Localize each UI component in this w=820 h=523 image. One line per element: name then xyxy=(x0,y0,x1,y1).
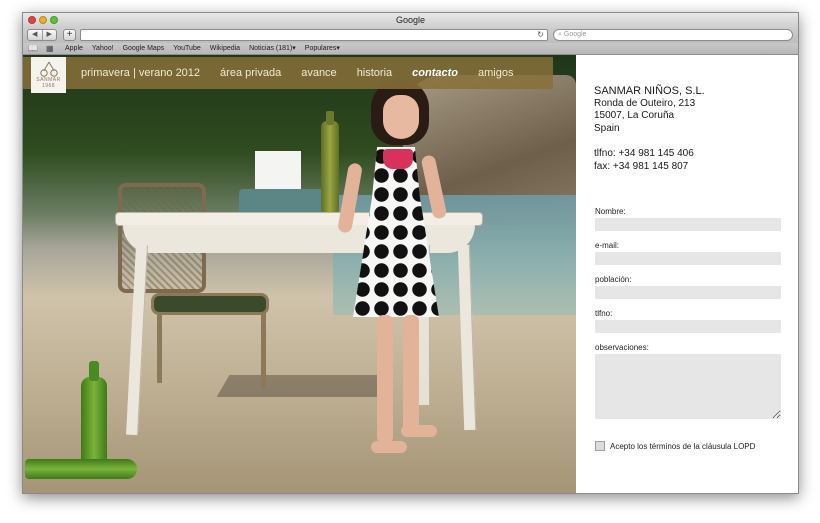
company-name: SANMAR NIÑOS, S.L. xyxy=(594,85,705,97)
browser-toolbar: ◀ ▶ + ↻ ⌕ Google xyxy=(23,27,798,43)
contact-form: Nombre: e-mail: población: tlfno: observ… xyxy=(595,207,781,419)
photo-bottle xyxy=(321,111,339,213)
search-icon: ⌕ xyxy=(558,31,562,38)
terms-label[interactable]: Acepto los términos de la cláusula LOPD xyxy=(610,442,755,451)
address-bar[interactable]: ↻ xyxy=(80,29,548,41)
forward-button[interactable]: ▶ xyxy=(41,30,57,40)
search-input[interactable]: ⌕ Google xyxy=(553,29,793,41)
bookmark-apple[interactable]: Apple xyxy=(65,43,83,54)
name-label: Nombre: xyxy=(595,207,626,216)
bookmark-youtube[interactable]: YouTube xyxy=(173,43,201,54)
site-menu: primavera | verano 2012 área privada ava… xyxy=(81,57,513,89)
photo-girl-foot xyxy=(371,441,407,453)
menu-item-private-area[interactable]: área privada xyxy=(220,67,281,79)
photo-girl-leg xyxy=(377,315,393,443)
photo-table-top xyxy=(115,212,483,226)
photo-chair-leg xyxy=(157,313,162,383)
reading-list-icon[interactable]: 📖 xyxy=(28,43,38,54)
menu-item-preview[interactable]: avance xyxy=(301,67,336,79)
address-street: Ronda de Outeiro, 213 xyxy=(594,97,696,109)
search-placeholder: Google xyxy=(563,31,587,38)
bookmark-yahoo[interactable]: Yahoo! xyxy=(92,43,114,54)
menu-item-history[interactable]: historia xyxy=(357,67,392,79)
cherry-logo-icon xyxy=(39,61,58,77)
phone-field[interactable] xyxy=(595,320,781,333)
fax-number: fax: +34 981 145 807 xyxy=(594,160,689,172)
bookmarks-bar: 📖 ▦ Apple Yahoo! Google Maps YouTube Wik… xyxy=(23,43,798,55)
menu-item-collection[interactable]: primavera | verano 2012 xyxy=(81,67,200,79)
email-label: e-mail: xyxy=(595,241,620,250)
bookmark-wikipedia[interactable]: Wikipedia xyxy=(210,43,240,54)
email-field[interactable] xyxy=(595,252,781,265)
browser-window: Google ◀ ▶ + ↻ ⌕ Google 📖 ▦ Apple Yahoo!… xyxy=(22,12,799,494)
maximize-window-icon[interactable] xyxy=(50,16,58,24)
photo-chair-seat xyxy=(151,293,269,315)
photo-dress-collar xyxy=(383,149,413,169)
title-bar: Google xyxy=(23,13,798,27)
site-menu-bar: SANMAR 1968 primavera | verano 2012 área… xyxy=(23,57,553,93)
reload-icon[interactable]: ↻ xyxy=(537,30,544,40)
name-field[interactable] xyxy=(595,218,781,231)
photo-girl-leg xyxy=(403,315,419,433)
window-title: Google xyxy=(395,15,426,25)
photo-green-bottle xyxy=(81,361,107,465)
notes-field[interactable] xyxy=(595,354,781,419)
phone-number: tlfno: +34 981 145 406 xyxy=(594,148,694,159)
back-button[interactable]: ◀ xyxy=(28,30,42,40)
photo-chair-leg xyxy=(261,313,266,389)
address-country: Spain xyxy=(594,122,620,134)
menu-item-friends[interactable]: amigos xyxy=(478,67,513,79)
sanmar-logo[interactable]: SANMAR 1968 xyxy=(31,57,66,93)
bookmark-google-maps[interactable]: Google Maps xyxy=(123,43,165,54)
logo-year: 1968 xyxy=(41,83,56,89)
bookmark-populares[interactable]: Populares▾ xyxy=(305,43,340,54)
bookmark-list: Apple Yahoo! Google Maps YouTube Wikiped… xyxy=(65,43,340,54)
terms-row: Acepto los términos de la cláusula LOPD xyxy=(595,441,755,451)
city-field[interactable] xyxy=(595,286,781,299)
address-city: 15007, La Coruña xyxy=(594,110,675,121)
photo-paper xyxy=(255,151,301,191)
photo-girl-face xyxy=(383,95,419,139)
bookmark-noticias[interactable]: Noticias (181)▾ xyxy=(249,43,296,54)
terms-checkbox[interactable] xyxy=(595,441,605,451)
menu-item-contact[interactable]: contacto xyxy=(412,67,458,79)
company-address: SANMAR NIÑOS, S.L. Ronda de Outeiro, 213… xyxy=(594,85,705,135)
photo-girl-foot xyxy=(401,425,437,437)
notes-label: observaciones: xyxy=(595,343,649,352)
back-forward-buttons: ◀ ▶ xyxy=(27,29,57,41)
photo-shadow xyxy=(216,375,390,397)
close-window-icon[interactable] xyxy=(28,16,36,24)
photo-lying-bottle xyxy=(25,459,137,479)
top-sites-grid-icon[interactable]: ▦ xyxy=(46,43,54,54)
contact-panel: SANMAR NIÑOS, S.L. Ronda de Outeiro, 213… xyxy=(576,55,798,493)
company-phones: tlfno: +34 981 145 406 fax: +34 981 145 … xyxy=(594,148,694,173)
hero-photo: SANMAR 1968 primavera | verano 2012 área… xyxy=(23,55,576,493)
city-label: población: xyxy=(595,275,632,284)
add-bookmark-button[interactable]: + xyxy=(63,29,76,41)
phone-label: tlfno: xyxy=(595,309,613,318)
minimize-window-icon[interactable] xyxy=(39,16,47,24)
page-content: SANMAR 1968 primavera | verano 2012 área… xyxy=(23,55,798,493)
